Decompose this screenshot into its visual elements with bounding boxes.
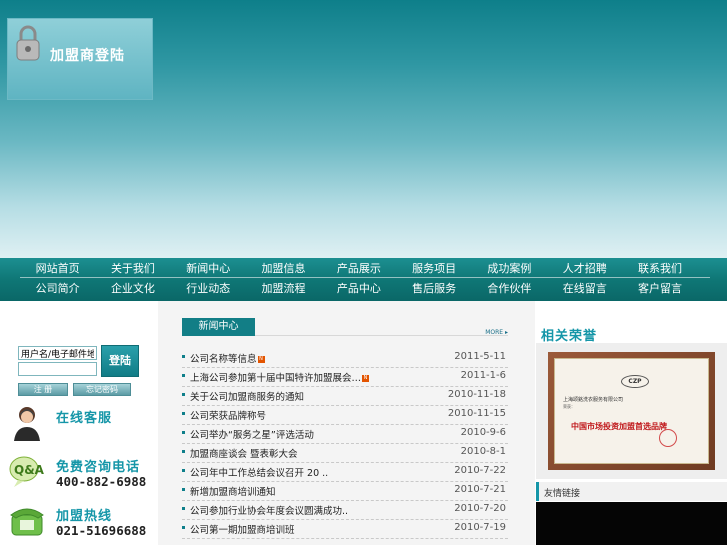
bullet-icon: [182, 469, 185, 472]
nav-item[interactable]: 合作伙伴: [472, 279, 547, 298]
news-date: 2011-1-6: [460, 370, 506, 381]
news-date: 2011-5-11: [454, 351, 506, 362]
nav-row-primary: 网站首页 关于我们 新闻中心 加盟信息 产品展示 服务项目 成功案例 人才招聘 …: [20, 259, 710, 278]
list-item[interactable]: 加盟商座谈会 暨表彰大会 2010-8-1: [182, 444, 508, 463]
news-more-link[interactable]: MORE ▸: [485, 329, 508, 336]
list-item[interactable]: 新增加盟商培训通知 2010-7-21: [182, 482, 508, 501]
certificate-line: 荣获：: [563, 404, 575, 409]
hotline-label: 加盟热线: [56, 509, 113, 524]
nav-item[interactable]: 网站首页: [20, 259, 95, 277]
bullet-icon: [182, 526, 185, 529]
tab-news[interactable]: 新闻中心: [182, 318, 255, 336]
honor-title: 相关荣誉: [541, 329, 598, 344]
list-item[interactable]: 公司举办“服务之星”评选活动 2010-9-6: [182, 425, 508, 444]
nav-item[interactable]: 产品中心: [321, 279, 396, 298]
bullet-icon: [182, 393, 185, 396]
bullet-icon: [182, 431, 185, 434]
list-item[interactable]: 上海公司参加第十届中国特许加盟展会… N 2011-1-6: [182, 368, 508, 387]
bullet-icon: [182, 412, 185, 415]
list-item[interactable]: 公司荣获品牌称号 2010-11-15: [182, 406, 508, 425]
nav-item[interactable]: 公司简介: [20, 279, 95, 298]
links-title: 友情链接: [544, 489, 581, 499]
news-date: 2010-7-21: [454, 484, 506, 495]
news-date: 2010-7-22: [454, 465, 506, 476]
links-body: [536, 502, 727, 545]
lock-icon: [16, 25, 40, 61]
news-date: 2010-9-6: [460, 427, 506, 438]
nav-item[interactable]: 关于我们: [95, 259, 170, 277]
certificate-company: 上海颂銘洗衣服务有限公司: [563, 397, 624, 403]
certificate-award: 中国市场投资加盟首选品牌: [571, 422, 667, 431]
bullet-icon: [182, 507, 185, 510]
hotline-phone-number: 021-51696688: [56, 523, 147, 538]
news-list: 公司名称等信息 N 2011-5-11 上海公司参加第十届中国特许加盟展会… N 2…: [182, 349, 508, 539]
list-item[interactable]: 公司第一期加盟商培训班 2010-7-19: [182, 520, 508, 539]
news-date: 2010-7-20: [454, 503, 506, 514]
password-input[interactable]: [18, 362, 97, 376]
news-date: 2010-11-18: [447, 389, 506, 400]
news-date: 2010-8-1: [460, 446, 506, 457]
news-title[interactable]: 加盟商座谈会 暨表彰大会: [190, 446, 298, 460]
bullet-icon: [182, 355, 185, 358]
nav-item[interactable]: 新闻中心: [171, 259, 246, 277]
nav-item[interactable]: 在线留言: [547, 279, 622, 298]
nav-item[interactable]: 联系我们: [622, 259, 697, 277]
news-date: 2010-11-15: [447, 408, 506, 419]
register-button[interactable]: 注 册: [18, 383, 68, 396]
nav-item[interactable]: 加盟流程: [246, 279, 321, 298]
online-service-label: 在线客服: [56, 411, 113, 426]
news-title[interactable]: 公司荣获品牌称号: [190, 408, 266, 422]
nav-item[interactable]: 加盟信息: [246, 259, 321, 277]
hotline: 加盟热线 021-51696688: [6, 499, 154, 539]
news-title[interactable]: 新增加盟商培训通知: [190, 484, 276, 498]
nav-item[interactable]: 企业文化: [95, 279, 170, 298]
list-item[interactable]: 关于公司加盟商服务的通知 2010-11-18: [182, 387, 508, 406]
nav-item[interactable]: 产品展示: [321, 259, 396, 277]
list-item[interactable]: 公司名称等信息 N 2011-5-11: [182, 349, 508, 368]
login-button[interactable]: 登陆: [101, 345, 139, 377]
news-title[interactable]: 关于公司加盟商服务的通知: [190, 389, 304, 403]
list-item[interactable]: 公司年中工作总结会议召开 20 .. 2010-7-22: [182, 463, 508, 482]
nav-item[interactable]: 人才招聘: [547, 259, 622, 277]
certificate-image[interactable]: CZP 上海颂銘洗衣服务有限公司 荣获： 中国市场投资加盟首选品牌: [548, 352, 715, 470]
links-header: 友情链接: [536, 482, 727, 501]
bullet-icon: [182, 450, 185, 453]
news-title[interactable]: 公司举办“服务之星”评选活动: [190, 427, 314, 441]
news-title[interactable]: 上海公司参加第十届中国特许加盟展会… N: [190, 370, 370, 384]
main-nav: 网站首页 关于我们 新闻中心 加盟信息 产品展示 服务项目 成功案例 人才招聘 …: [0, 258, 727, 301]
certificate-body: CZP 上海颂銘洗衣服务有限公司 荣获： 中国市场投资加盟首选品牌: [554, 358, 709, 464]
news-title[interactable]: 公司年中工作总结会议召开 20 ..: [190, 465, 328, 479]
bullet-icon: [182, 374, 185, 377]
customer-service-agent-icon: [14, 407, 40, 441]
nav-row-secondary: 公司简介 企业文化 行业动态 加盟流程 产品中心 售后服务 合作伙伴 在线留言 …: [20, 279, 710, 298]
online-service[interactable]: 在线客服: [6, 401, 154, 441]
forgot-password-button[interactable]: 忘记密码: [73, 383, 131, 396]
consult-label: 免费咨询电话: [56, 460, 141, 475]
news-title[interactable]: 公司第一期加盟商培训班: [190, 522, 295, 536]
news-date: 2010-7-19: [454, 522, 506, 533]
page: 网站首页 关于我们 新闻中心 加盟信息 产品展示 服务项目 成功案例 人才招聘 …: [0, 0, 727, 545]
list-item[interactable]: 公司参加行业协会年度会议圆满成功.. 2010-7-20: [182, 501, 508, 520]
new-badge-icon: N: [257, 356, 265, 363]
qa-icon: Q&A: [9, 456, 45, 487]
new-badge-icon: N: [362, 375, 370, 382]
login-panel: 加盟商登陆: [7, 18, 153, 100]
certificate-logo: CZP: [621, 375, 649, 388]
nav-item[interactable]: 客户留言: [622, 279, 697, 298]
nav-item[interactable]: 售后服务: [396, 279, 471, 298]
svg-text:Q&A: Q&A: [14, 463, 45, 477]
seal-icon: [659, 429, 677, 447]
nav-item[interactable]: 成功案例: [472, 259, 547, 277]
news-title[interactable]: 公司名称等信息 N: [190, 351, 265, 365]
consult-phone-number: 400-882-6988: [56, 474, 147, 489]
news-title[interactable]: 公司参加行业协会年度会议圆满成功..: [190, 503, 348, 517]
login-title: 加盟商登陆: [50, 48, 125, 64]
nav-item[interactable]: 服务项目: [396, 259, 471, 277]
news-header: 新闻中心 MORE ▸: [182, 318, 508, 336]
nav-item[interactable]: 行业动态: [171, 279, 246, 298]
username-input[interactable]: [18, 346, 97, 360]
consult-phone: Q&A 免费咨询电话 400-882-6988: [6, 450, 154, 490]
bullet-icon: [182, 488, 185, 491]
telephone-icon: [10, 508, 44, 536]
